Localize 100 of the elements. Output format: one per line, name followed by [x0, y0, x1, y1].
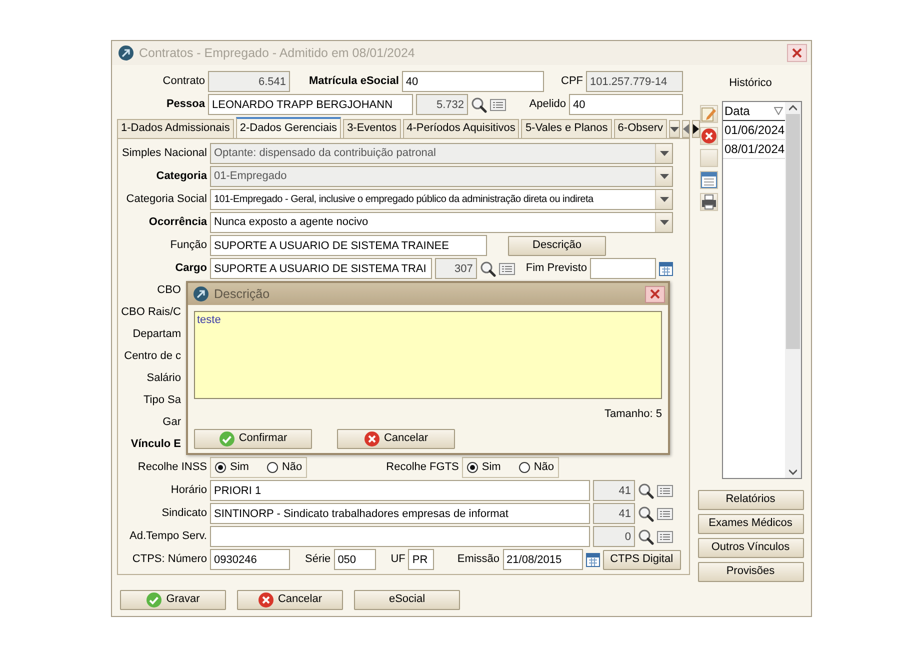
- scrollbar-thumb[interactable]: [786, 114, 800, 349]
- input-field[interactable]: SUPORTE A USUARIO DE SISTEMA TRAI: [210, 258, 432, 279]
- input-field[interactable]: LEONARDO TRAPP BERGJOHANN: [208, 94, 413, 115]
- input-field[interactable]: 0930246: [210, 549, 290, 570]
- input-field[interactable]: 307: [434, 258, 477, 279]
- tab[interactable]: 5-Vales e Planos: [521, 119, 612, 138]
- list-icon[interactable]: [657, 506, 673, 522]
- input-field[interactable]: PRIORI 1: [210, 480, 590, 501]
- dialog-button[interactable]: Cancelar: [337, 429, 455, 449]
- close-button[interactable]: [645, 286, 665, 302]
- section-title: Histórico: [729, 76, 772, 92]
- logo-icon: [118, 45, 134, 61]
- field-label: UF: [390, 552, 406, 566]
- field-label: CPF: [561, 74, 583, 88]
- field-label: Recolhe INSS: [136, 460, 207, 474]
- x-circle-icon: [364, 431, 380, 447]
- input-field[interactable]: PR: [408, 549, 434, 570]
- field-label: Categoria Social: [125, 192, 207, 206]
- edit-icon: [700, 106, 716, 122]
- input-field[interactable]: SUPORTE A USUARIO DE SISTEMA TRAINEE: [210, 235, 487, 256]
- list-icon[interactable]: [657, 482, 673, 498]
- search-icon[interactable]: [471, 96, 487, 112]
- field-label: Cargo: [174, 262, 207, 276]
- field-label: CTPS: Número: [131, 552, 207, 566]
- description-button[interactable]: Descrição: [508, 236, 606, 256]
- side-button[interactable]: Relatórios: [698, 490, 804, 510]
- ctps-digital-button[interactable]: CTPS Digital: [602, 550, 681, 570]
- input-field[interactable]: 40: [402, 71, 544, 92]
- input-field[interactable]: 41: [593, 503, 635, 524]
- field-label: Série: [305, 552, 331, 566]
- search-icon[interactable]: [638, 482, 654, 498]
- dialog-button[interactable]: Confirmar: [194, 429, 312, 449]
- caret-icon: [660, 174, 668, 179]
- field-label: Apelido: [529, 98, 566, 112]
- search-icon[interactable]: [638, 506, 654, 522]
- field-label: Ocorrência: [148, 216, 207, 230]
- field-label: Emissão: [457, 552, 500, 566]
- right-arrow-icon: [693, 124, 700, 134]
- input-field[interactable]: 5.732: [416, 94, 468, 115]
- x-circle-icon: [700, 128, 716, 144]
- action-button[interactable]: Gravar: [120, 590, 226, 610]
- check-icon: [146, 592, 162, 608]
- close-button[interactable]: [787, 44, 807, 62]
- input-field[interactable]: SINTINORP - Sindicato trabalhadores empresas de informat: [210, 503, 590, 524]
- input-field[interactable]: 21/08/2015: [502, 549, 583, 570]
- scrollbar[interactable]: [784, 102, 800, 478]
- size-label: Tamanho: 5: [604, 408, 662, 420]
- scroll-left-button[interactable]: [682, 120, 690, 138]
- caret-icon: [660, 197, 668, 202]
- input-field[interactable]: 40: [569, 94, 683, 115]
- dropdown[interactable]: Nunca exposto a agente nocivo: [210, 212, 673, 233]
- tab[interactable]: 1-Dados Admissionais: [117, 119, 234, 138]
- field-label: Fim Previsto: [526, 262, 587, 276]
- input-field[interactable]: 0: [593, 526, 635, 547]
- field-label: Sindicato: [160, 506, 207, 520]
- calendar-icon[interactable]: [659, 260, 673, 276]
- action-button[interactable]: Cancelar: [237, 590, 343, 610]
- field-label: Pessoa: [165, 98, 205, 112]
- action-button[interactable]: eSocial: [354, 590, 460, 610]
- window-button[interactable]: [700, 171, 718, 189]
- scroll-right-button[interactable]: [692, 120, 700, 138]
- text-area[interactable]: teste: [194, 311, 662, 399]
- field-label: CBO: [156, 284, 181, 298]
- dropdown[interactable]: 101-Empregado - Geral, inclusive o empregado público da administração direta ou indireta: [210, 189, 673, 210]
- tab[interactable]: 2-Dados Gerenciais: [236, 117, 342, 138]
- list-icon[interactable]: [490, 96, 506, 112]
- x-circle-icon: [258, 592, 274, 608]
- list-icon[interactable]: [657, 528, 673, 544]
- radio-button[interactable]: [215, 462, 226, 473]
- close-icon: [650, 289, 660, 299]
- delete-button[interactable]: [700, 127, 718, 145]
- close-icon: [792, 48, 802, 58]
- tab[interactable]: 3-Eventos: [343, 119, 401, 138]
- field-label: Categoria: [155, 170, 207, 184]
- option-label: Sim: [230, 460, 249, 474]
- check-icon: [218, 431, 235, 447]
- input-field[interactable]: [210, 526, 590, 547]
- side-button[interactable]: Exames Médicos: [698, 514, 804, 534]
- input-field[interactable]: 050: [334, 549, 376, 570]
- radio-button[interactable]: [518, 462, 530, 473]
- tab-list-button[interactable]: [669, 120, 680, 138]
- field-label: Tipo Sa: [142, 394, 181, 408]
- print-button[interactable]: [700, 193, 718, 211]
- side-button[interactable]: Provisões: [698, 562, 804, 582]
- search-icon[interactable]: [638, 528, 654, 544]
- date-field[interactable]: [590, 258, 656, 279]
- tab[interactable]: 4-Períodos Aquisitivos: [402, 119, 520, 138]
- tab[interactable]: 6-Observ: [614, 119, 668, 138]
- sort-icon: [774, 107, 782, 115]
- field-label: Simples Nacional: [121, 146, 207, 160]
- list-icon[interactable]: [498, 260, 515, 276]
- side-button[interactable]: Outros Vínculos: [698, 538, 804, 558]
- field-label: Vínculo E: [130, 438, 181, 452]
- radio-button[interactable]: [266, 462, 278, 473]
- input-field[interactable]: 41: [593, 480, 635, 501]
- search-icon[interactable]: [480, 260, 496, 276]
- field-label: Função: [169, 238, 207, 252]
- calendar-icon[interactable]: [586, 552, 600, 568]
- field-label: Contrato: [162, 74, 205, 88]
- radio-button[interactable]: [466, 462, 478, 473]
